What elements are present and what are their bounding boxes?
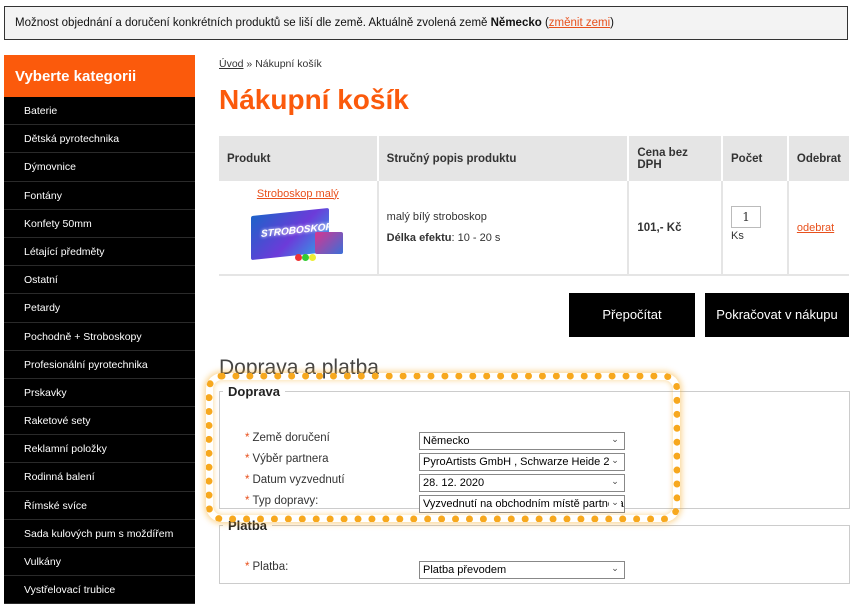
quantity-unit: Ks xyxy=(731,229,744,242)
col-quantity: Počet xyxy=(722,136,789,181)
table-row: Stroboskop malý STROBOSKOP malý bílý str… xyxy=(219,181,849,276)
quantity-input[interactable]: 1 xyxy=(731,205,762,228)
field-label: Datum vyzvednutí xyxy=(252,474,345,486)
main-content: Úvod » Nákupní košík Nákupní košík Produ… xyxy=(219,55,850,584)
sidebar-item-ostatni[interactable]: Ostatní xyxy=(4,266,195,295)
cart-description-cell: malý bílý stroboskop Délka efektu: 10 - … xyxy=(377,181,630,276)
field-label: Platba: xyxy=(252,561,289,573)
chevron-down-icon: ⌄ xyxy=(609,563,621,577)
field-label: Výběr partnera xyxy=(252,453,329,465)
required-star: * xyxy=(245,453,250,465)
notice-paren-open: ( xyxy=(541,17,549,29)
field-country-label: * Země doručení xyxy=(245,432,330,450)
chevron-down-icon: ⌄ xyxy=(609,476,621,490)
payment-select[interactable]: Platba převodem ⌄ xyxy=(419,561,625,579)
sidebar-item-baterie[interactable]: Baterie xyxy=(4,97,195,126)
sidebar-item-sada-pum[interactable]: Sada kulových pum s moždířem xyxy=(4,520,195,548)
category-sidebar: Vyberte kategorii Baterie Dětská pyrotec… xyxy=(4,55,195,605)
sidebar-item-reklamni[interactable]: Reklamní položky xyxy=(4,435,195,464)
product-image[interactable]: STROBOSKOP xyxy=(250,206,345,264)
recalculate-button[interactable]: Přepočítat xyxy=(569,293,695,337)
field-pickup-date-label: * Datum vyzvednutí xyxy=(245,474,345,492)
category-list: Baterie Dětská pyrotechnika Dýmovnice Fo… xyxy=(4,97,195,605)
effect-value: : 10 - 20 s xyxy=(451,232,501,244)
country-select[interactable]: Německo ⌄ xyxy=(419,432,625,450)
sidebar-item-rimske-svice[interactable]: Římské svíce xyxy=(4,492,195,520)
field-payment-label: * Platba: xyxy=(245,561,288,579)
change-country-link[interactable]: změnit zemi xyxy=(549,17,610,29)
payment-fieldset: Platba * Platba: Platba převodem ⌄ xyxy=(219,518,850,584)
delivery-type-select[interactable]: Vyzvednutí na obchodním místě partnera ⌄ xyxy=(419,495,625,513)
col-remove: Odebrat xyxy=(787,136,849,181)
payment-legend: Platba xyxy=(228,518,268,533)
sidebar-item-konfety[interactable]: Konfety 50mm xyxy=(4,210,195,238)
required-star: * xyxy=(245,432,250,444)
sidebar-item-trubice[interactable]: Vystřelovací trubice xyxy=(4,576,195,605)
cart-remove-cell: odebrat xyxy=(787,181,849,276)
sidebar-item-pochodne[interactable]: Pochodně + Stroboskopy xyxy=(4,323,195,351)
required-star: * xyxy=(245,561,250,573)
product-link[interactable]: Stroboskop malý xyxy=(227,188,369,200)
partner-select-value: PyroArtists GmbH , Schwarze Heide 21 xyxy=(423,456,616,468)
country-notice: Možnost objednání a doručení konkrétních… xyxy=(4,6,848,40)
cart-price-cell: 101,- Kč xyxy=(628,181,724,276)
breadcrumb-home-link[interactable]: Úvod xyxy=(219,58,244,70)
delivery-type-value: Vyzvednutí na obchodním místě partnera xyxy=(423,498,624,510)
product-effect: Délka efektu: 10 - 20 s xyxy=(387,232,620,244)
sidebar-item-detska-pyrotechnika[interactable]: Dětská pyrotechnika xyxy=(4,125,195,154)
remove-item-link[interactable]: odebrat xyxy=(797,222,834,234)
cart-header-row: Produkt Stručný popis produktu Cena bez … xyxy=(219,136,849,181)
field-label: Země doručení xyxy=(252,432,330,444)
effect-label: Délka efektu xyxy=(386,232,452,244)
payment-select-value: Platba převodem xyxy=(423,564,507,576)
sidebar-item-petardy[interactable]: Petardy xyxy=(4,294,195,323)
product-balls-graphic xyxy=(294,252,319,262)
cart-table: Produkt Stručný popis produktu Cena bez … xyxy=(219,136,849,276)
cart-product-cell: Stroboskop malý STROBOSKOP xyxy=(219,181,379,276)
field-delivery-type-label: * Typ dopravy: xyxy=(245,495,318,513)
col-product: Produkt xyxy=(219,136,379,181)
chevron-down-icon: ⌄ xyxy=(609,434,621,448)
chevron-down-icon: ⌄ xyxy=(609,455,621,469)
shipping-payment-title: Doprava a platba xyxy=(219,356,379,379)
partner-select[interactable]: PyroArtists GmbH , Schwarze Heide 21 ⌄ xyxy=(419,453,625,471)
sidebar-title: Vyberte kategorii xyxy=(4,55,195,97)
shipping-legend: Doprava xyxy=(228,384,281,399)
notice-paren-close: ) xyxy=(610,17,614,29)
pickup-date-select[interactable]: 28. 12. 2020 ⌄ xyxy=(419,474,625,492)
country-select-value: Německo xyxy=(423,435,470,447)
page-title: Nákupní košík xyxy=(219,84,409,115)
sidebar-item-prskavky[interactable]: Prskavky xyxy=(4,379,195,408)
chevron-down-icon: ⌄ xyxy=(609,497,621,511)
sidebar-item-rodinna-baleni[interactable]: Rodinná balení xyxy=(4,463,195,492)
sidebar-item-profesionalni[interactable]: Profesionální pyrotechnika xyxy=(4,351,195,379)
required-star: * xyxy=(245,474,250,486)
cart-quantity-cell: 1 Ks xyxy=(722,181,789,276)
breadcrumb-current: Nákupní košík xyxy=(255,58,322,70)
sidebar-item-fontany[interactable]: Fontány xyxy=(4,182,195,210)
shipping-fieldset: Doprava * Země doručení Německo ⌄ * Výběr p… xyxy=(219,384,850,513)
product-description: malý bílý stroboskop xyxy=(386,211,487,223)
continue-shopping-button[interactable]: Pokračovat v nákupu xyxy=(705,293,849,337)
col-price: Cena bez DPH xyxy=(628,136,724,181)
product-price: 101,- Kč xyxy=(637,221,682,234)
required-star: * xyxy=(245,495,250,507)
pickup-date-value: 28. 12. 2020 xyxy=(423,477,485,489)
notice-text: Možnost objednání a doručení konkrétních… xyxy=(15,17,491,29)
col-description: Stručný popis produktu xyxy=(377,136,630,181)
breadcrumb: Úvod » Nákupní košík xyxy=(219,58,849,70)
sidebar-item-vulkany[interactable]: Vulkány xyxy=(4,548,195,577)
sidebar-item-raketove-sety[interactable]: Raketové sety xyxy=(4,407,195,436)
sidebar-item-dymovnice[interactable]: Dýmovnice xyxy=(4,153,195,182)
field-partner-label: * Výběr partnera xyxy=(245,453,329,471)
sidebar-item-letajici-predmety[interactable]: Létající předměty xyxy=(4,238,195,267)
breadcrumb-separator: » xyxy=(243,58,256,70)
field-label: Typ dopravy: xyxy=(252,495,319,507)
notice-country: Německo xyxy=(490,17,542,29)
product-small-box-graphic xyxy=(314,231,343,254)
